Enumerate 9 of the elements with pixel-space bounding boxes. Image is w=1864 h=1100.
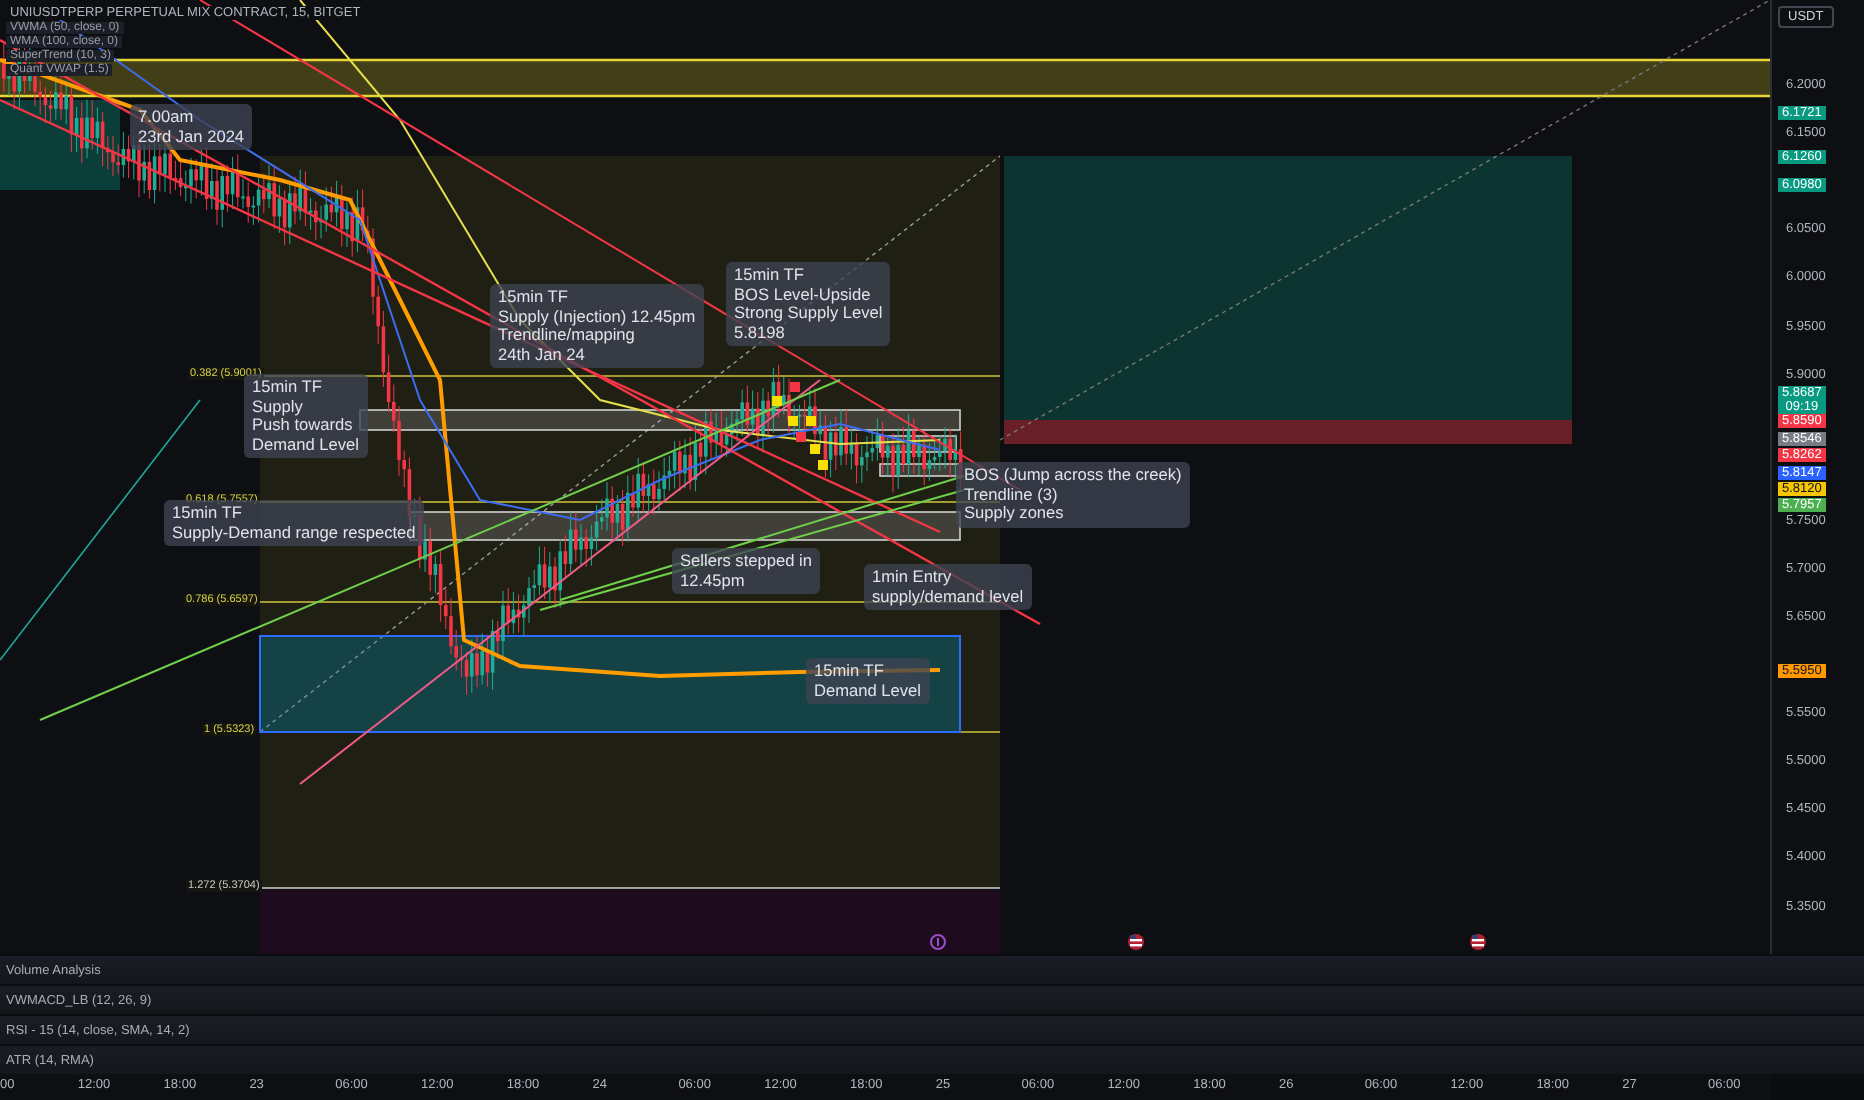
chart-annotation: 15min TF BOS Level-Upside Strong Supply Level 5.8198 [726, 262, 891, 347]
chart-annotation: Sellers stepped in 12.45pm [672, 548, 820, 595]
chart-annotation: 7.00am 23rd Jan 2024 [130, 104, 253, 151]
chart-annotation: 1min Entry supply/demand level [864, 564, 1032, 611]
chart-annotation: 15min TF Demand Level [806, 658, 930, 705]
chart-annotation: 15min TF Supply-Demand range respected [164, 500, 424, 547]
chart-annotation: BOS (Jump across the creek) Trendline (3) Supply zones [956, 462, 1190, 528]
chart-annotation: 15min TF Supply (Injection) 12.45pm Trendline/mapping 24th Jan 24 [490, 284, 704, 369]
chart-annotation: 15min TF Supply Push towards Demand Level [244, 374, 368, 459]
